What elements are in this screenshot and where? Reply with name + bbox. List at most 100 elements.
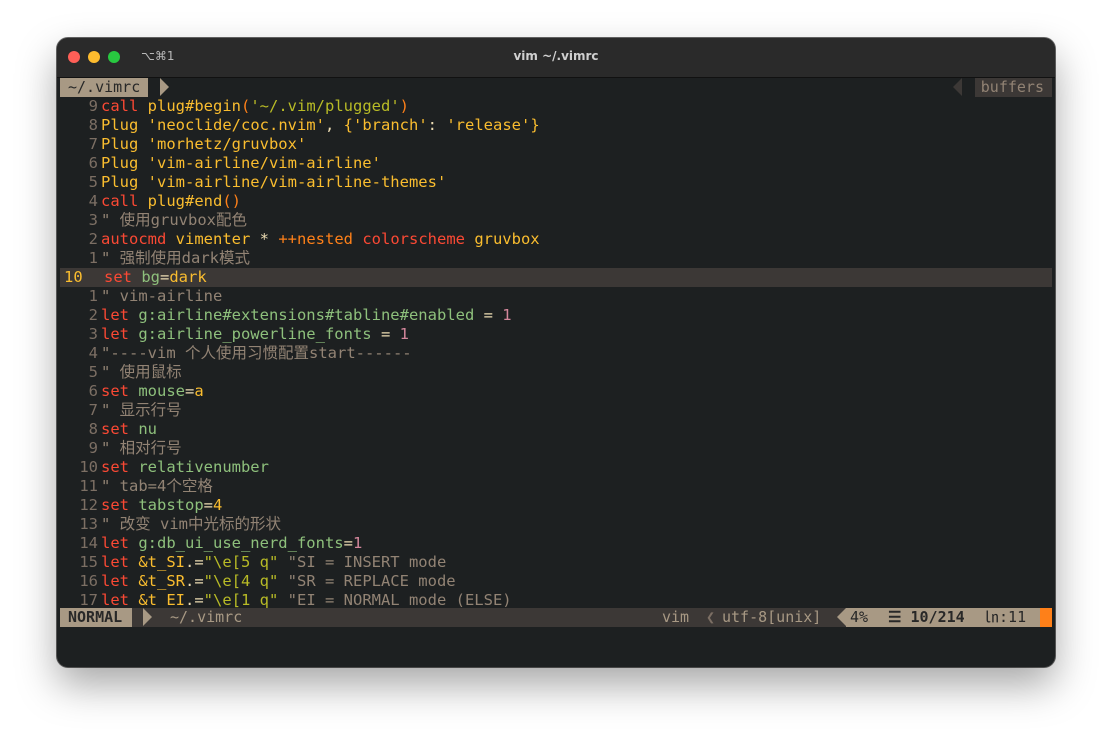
line-number: 12 xyxy=(79,496,98,514)
code-line[interactable]: 9 " 相对行号 xyxy=(60,439,1052,458)
code-token: = xyxy=(160,268,170,286)
code-token: 'neoclide/coc.nvim' xyxy=(147,116,325,134)
line-number: 16 xyxy=(79,572,98,590)
code-line[interactable]: 4 "----vim 个人使用习惯配置start------ xyxy=(60,344,1052,363)
code-text: Plug 'morhetz/gruvbox' xyxy=(101,135,306,154)
window-title: vim ~/.vimrc xyxy=(513,49,599,63)
code-line[interactable]: 7 " 显示行号 xyxy=(60,401,1052,420)
code-line[interactable]: 3 let g:airline_powerline_fonts = 1 xyxy=(60,325,1052,344)
code-text: let g:db_ui_use_nerd_fonts=1 xyxy=(101,534,362,553)
code-token: = xyxy=(343,534,353,552)
code-token: 'branch' xyxy=(353,116,428,134)
code-token: ) xyxy=(399,97,409,115)
code-token: plug#begin xyxy=(147,97,241,115)
cursor-line[interactable]: 10 set bg=dark xyxy=(60,268,1052,287)
code-text: call plug#end() xyxy=(101,192,241,211)
code-token: Plug 'vim-airline/vim-airline' xyxy=(101,154,381,172)
code-text: let g:airline_powerline_fonts = 1 xyxy=(101,325,409,344)
code-line[interactable]: 15 let &t_SI.="\e[5 q" "SI = INSERT mode xyxy=(60,553,1052,572)
code-line[interactable]: 6 set mouse=a xyxy=(60,382,1052,401)
code-line[interactable]: 14 let g:db_ui_use_nerd_fonts=1 xyxy=(60,534,1052,553)
code-text: " 显示行号 xyxy=(101,401,182,420)
code-token: 1 xyxy=(399,325,409,343)
code-text: Plug 'neoclide/coc.nvim', {'branch': 're… xyxy=(101,116,540,135)
status-separator: ❮ xyxy=(706,608,716,626)
code-line[interactable]: 2 let g:airline#extensions#tabline#enable… xyxy=(60,306,1052,325)
code-token: " 使用鼠标 xyxy=(101,363,182,381)
code-line[interactable]: 12 set tabstop=4 xyxy=(60,496,1052,515)
statusline: NORMAL ~/.vimrc vim ❮ utf-8[unix] 4% ☰ 1… xyxy=(60,608,1052,627)
code-text: let &t_SR.="\e[4 q" "SR = REPLACE mode xyxy=(101,572,456,591)
code-token: ( xyxy=(241,97,251,115)
tab-file[interactable]: ~/.vimrc xyxy=(60,78,149,97)
code-token: &t_EI xyxy=(138,591,185,609)
code-token: call xyxy=(101,192,148,210)
code-token: "SI = INSERT mode xyxy=(278,553,447,571)
buffers-separator-arrow xyxy=(953,78,962,96)
code-token: &t_SR xyxy=(138,572,185,590)
code-token: = xyxy=(203,496,213,514)
code-line[interactable]: 4 call plug#end() xyxy=(60,192,1052,211)
code-token: gruvbox xyxy=(474,230,540,248)
line-number: 11 xyxy=(79,477,98,495)
code-token: '~/.vim/plugged' xyxy=(250,97,400,115)
code-token: 'release' xyxy=(446,116,531,134)
code-token: " 强制使用dark模式 xyxy=(101,249,250,267)
code-token: let xyxy=(101,591,139,609)
code-line[interactable]: 8 set nu xyxy=(60,420,1052,439)
code-line[interactable]: 13 " 改变 vim中光标的形状 xyxy=(60,515,1052,534)
code-token: "SR = REPLACE mode xyxy=(278,572,456,590)
line-number: 13 xyxy=(79,515,98,533)
code-text: " 使用鼠标 xyxy=(101,363,182,382)
code-token: &t_SI xyxy=(138,553,185,571)
editor-buffer[interactable]: 9 call plug#begin('~/.vim/plugged') 8 Plug … xyxy=(60,97,1052,609)
code-token: : xyxy=(427,116,447,134)
code-line[interactable]: 7 Plug 'morhetz/gruvbox' xyxy=(60,135,1052,154)
code-line[interactable]: 2 autocmd vimenter * ++nested colorscheme… xyxy=(60,230,1052,249)
mode-indicator: NORMAL xyxy=(60,608,133,627)
status-line: ☰ 10/214 xyxy=(888,608,965,627)
code-line[interactable]: 9 call plug#begin('~/.vim/plugged') xyxy=(60,97,1052,116)
code-text: "----vim 个人使用习惯配置start------ xyxy=(101,344,412,363)
code-line[interactable]: 5 " 使用鼠标 xyxy=(60,363,1052,382)
code-token: a xyxy=(194,382,204,400)
code-token: "\e[5 q" xyxy=(203,553,279,571)
status-encoding: utf-8[unix] xyxy=(722,608,822,626)
line-number: 2 xyxy=(88,306,98,324)
code-token: 1 xyxy=(352,534,363,552)
code-text: set nu xyxy=(101,420,157,439)
code-token: let xyxy=(101,553,139,571)
code-line[interactable]: 10 set relativenumber xyxy=(60,458,1052,477)
column-icon: ㏑ xyxy=(984,608,1000,626)
code-line[interactable]: 11 " tab=4个空格 xyxy=(60,477,1052,496)
status-line-value: 10/214 xyxy=(910,608,965,626)
buffers-label: buffers xyxy=(974,78,1052,97)
code-line[interactable]: 5 Plug 'vim-airline/vim-airline-themes' xyxy=(60,173,1052,192)
line-number: 10 xyxy=(64,268,83,286)
code-line[interactable]: 6 Plug 'vim-airline/vim-airline' xyxy=(60,154,1052,173)
code-line[interactable]: 1 " vim-airline xyxy=(60,287,1052,306)
code-token: * xyxy=(259,230,279,248)
code-line[interactable]: 3 " 使用gruvbox配色 xyxy=(60,211,1052,230)
code-token: " 改变 vim中光标的形状 xyxy=(101,515,281,533)
status-column-value: :11 xyxy=(999,608,1027,626)
code-token: { xyxy=(343,116,353,134)
code-token: mouse xyxy=(138,382,185,400)
code-token: 4 xyxy=(213,496,223,514)
code-token: set xyxy=(104,268,142,286)
code-token: vimenter xyxy=(175,230,260,248)
line-number: 7 xyxy=(88,401,98,419)
code-text: " 使用gruvbox配色 xyxy=(101,211,247,230)
code-line[interactable]: 8 Plug 'neoclide/coc.nvim', {'branch': 'r… xyxy=(60,116,1052,135)
line-number: 8 xyxy=(88,116,98,134)
command-line[interactable] xyxy=(60,627,1052,667)
code-token: let xyxy=(101,325,139,343)
code-line[interactable]: 1 " 强制使用dark模式 xyxy=(60,249,1052,268)
code-token: set xyxy=(101,458,139,476)
code-line[interactable]: 16 let &t_SR.="\e[4 q" "SR = REPLACE mode xyxy=(60,572,1052,591)
warning-indicator xyxy=(1040,608,1052,627)
code-token: g:airline#extensions#tabline#enabled xyxy=(138,306,475,324)
code-token: " vim-airline xyxy=(101,287,223,305)
code-token: () xyxy=(222,192,241,210)
code-token: nu xyxy=(138,420,157,438)
